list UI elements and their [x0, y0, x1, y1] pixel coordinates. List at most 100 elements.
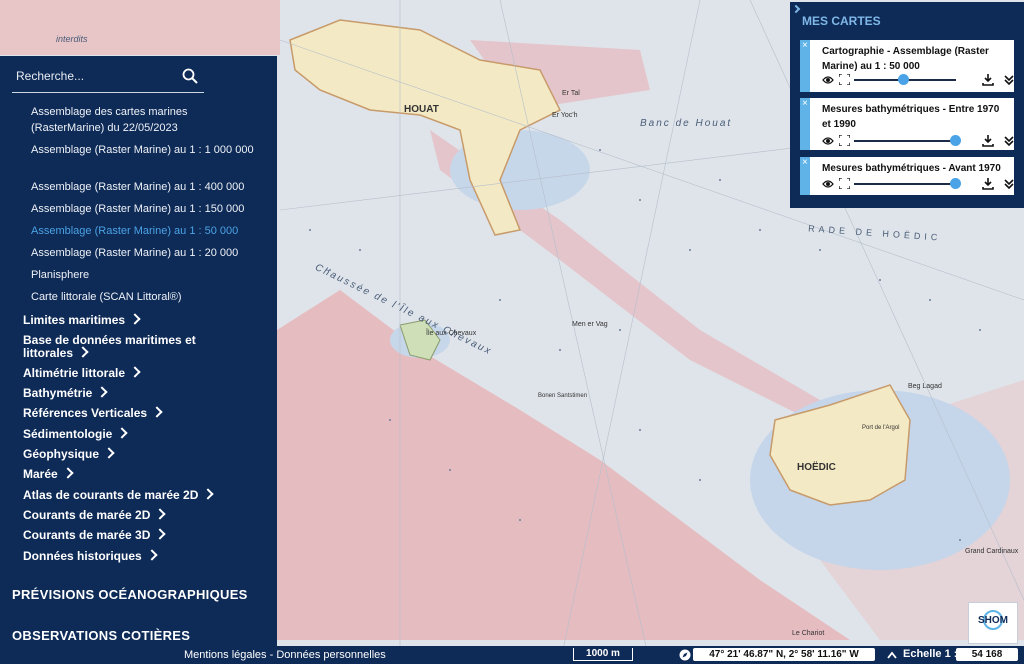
category-label: Marée — [23, 467, 58, 481]
category-label: Bathymétrie — [23, 386, 93, 400]
scale-label: Echelle 1 : — [903, 648, 958, 660]
shom-logo[interactable]: SHOM — [968, 602, 1018, 644]
chevron-right-icon — [129, 366, 141, 378]
map-label-le-chariot: Le Chariot — [792, 630, 825, 637]
search-icon[interactable] — [182, 68, 198, 84]
category-label: Données historiques — [23, 549, 142, 563]
category-label: Courants de marée 2D — [23, 508, 151, 522]
layer-controls — [822, 178, 1017, 190]
chevron-right-icon — [154, 508, 167, 520]
map-label-ile-chevaux: Île aux Chevaux — [426, 330, 477, 337]
chevron-right-icon — [96, 386, 109, 398]
layer-name: Mesures bathymétriques - Entre 1970 et 1… — [822, 104, 1000, 130]
download-icon[interactable] — [982, 135, 994, 147]
download-icon[interactable] — [982, 74, 994, 86]
double-chevron-down-icon[interactable] — [1004, 74, 1014, 86]
map-label-beg-lagad: Beg Lagad — [908, 383, 942, 390]
chevron-right-icon — [116, 427, 129, 439]
my-maps-panel: MES CARTES × Cartographie - Assemblage (… — [790, 2, 1024, 208]
map-label-men-er-vag: Men er Vag — [572, 321, 608, 328]
scale-bar: 1000 m — [573, 648, 633, 661]
map-label-hoedic: HOËDIC — [797, 462, 836, 473]
close-icon[interactable]: × — [802, 40, 808, 51]
map-label-interdits: interdits — [56, 34, 88, 44]
category-label: Altimétrie littorale — [23, 366, 126, 380]
layer-controls — [822, 135, 1017, 147]
category-bathymetrie[interactable]: Bathymétrie — [23, 386, 268, 400]
eye-icon[interactable] — [822, 74, 834, 86]
category-label: Base de données maritimes et littorales — [23, 333, 196, 360]
cursor-coordinates: 47° 21' 46.87" N, 2° 58' 11.16" W — [693, 648, 875, 661]
sublist-item-20000[interactable]: Assemblage (Raster Marine) au 1 : 20 000 — [31, 245, 261, 261]
category-courants-3d[interactable]: Courants de marée 3D — [23, 528, 268, 542]
chevron-right-icon — [62, 467, 74, 479]
shom-logo-text: SHOM — [978, 615, 1008, 626]
map-label-bonen-santstimen: Bonen Santstimen — [538, 393, 588, 399]
map-label-houat: HOUAT — [404, 104, 439, 115]
section-previsions-oceanographiques[interactable]: PRÉVISIONS OCÉANOGRAPHIQUES — [12, 587, 248, 602]
sublist-item-50000[interactable]: Assemblage (Raster Marine) au 1 : 50 000 — [31, 223, 261, 239]
chevron-right-icon — [202, 488, 215, 500]
sublist-item-400000[interactable]: Assemblage (Raster Marine) au 1 : 400 00… — [31, 179, 261, 195]
category-base-donnees[interactable]: Base de données maritimes et littorales — [23, 334, 213, 360]
chevron-right-icon — [129, 313, 141, 325]
eye-icon[interactable] — [822, 178, 834, 190]
category-geophysique[interactable]: Géophysique — [23, 447, 268, 461]
category-sedimentologie[interactable]: Sédimentologie — [23, 427, 268, 441]
category-altimetrie[interactable]: Altimétrie littorale — [23, 366, 268, 380]
sublist-item-planisphere[interactable]: Planisphere — [31, 267, 261, 283]
opacity-slider-thumb[interactable] — [898, 74, 909, 85]
eye-icon[interactable] — [822, 135, 834, 147]
category-label: Limites maritimes — [23, 313, 126, 327]
chevron-right-icon — [103, 447, 115, 459]
restricted-zone-top — [0, 0, 280, 55]
map-label-grand-cardinaux: Grand Cardinaux — [965, 548, 1019, 555]
fullscreen-icon[interactable] — [839, 178, 850, 189]
chevron-right-icon — [154, 528, 167, 540]
chevron-up-icon[interactable] — [887, 651, 897, 659]
double-chevron-down-icon[interactable] — [1004, 135, 1014, 147]
close-icon[interactable]: × — [802, 98, 808, 109]
category-label: Courants de marée 3D — [23, 528, 151, 542]
category-limites-maritimes[interactable]: Limites maritimes — [23, 313, 268, 327]
opacity-slider[interactable] — [854, 140, 956, 142]
opacity-slider[interactable] — [854, 183, 956, 185]
chevron-right-icon — [146, 549, 158, 561]
layer-controls — [822, 74, 1017, 86]
compass-icon[interactable] — [679, 649, 691, 661]
close-icon[interactable]: × — [802, 157, 808, 168]
fullscreen-icon[interactable] — [839, 74, 850, 85]
category-label: Géophysique — [23, 447, 100, 461]
category-courants-2d[interactable]: Courants de marée 2D — [23, 508, 268, 522]
sublist-item-carte-littorale[interactable]: Carte littorale (SCAN Littoral®) — [31, 289, 261, 305]
sublist-item-1000000[interactable]: Assemblage (Raster Marine) au 1 : 1 000 … — [31, 142, 261, 158]
layer-name: Cartographie - Assemblage (Raster Marine… — [822, 46, 989, 72]
opacity-slider-thumb[interactable] — [950, 178, 961, 189]
layer-name: Mesures bathymétriques - Avant 1970 — [822, 163, 1001, 174]
sublist-item-150000[interactable]: Assemblage (Raster Marine) au 1 : 150 00… — [31, 201, 261, 217]
sublist-item-assemblage-2023[interactable]: Assemblage des cartes marines (RasterMar… — [31, 104, 261, 136]
category-maree[interactable]: Marée — [23, 467, 268, 481]
fullscreen-icon[interactable] — [839, 135, 850, 146]
category-atlas-courants-2d[interactable]: Atlas de courants de marée 2D — [23, 488, 268, 502]
chevron-right-icon[interactable] — [791, 4, 801, 14]
chevron-right-icon — [151, 406, 163, 418]
category-donnees-historiques[interactable]: Données historiques — [23, 549, 268, 563]
scale-value: 54 168 — [956, 648, 1018, 661]
search-box — [12, 62, 204, 93]
layer-card-bathy-avant-1970: × Mesures bathymétriques - Avant 1970 — [800, 157, 1014, 195]
category-label: Références Verticales — [23, 406, 148, 420]
section-observations-cotieres[interactable]: OBSERVATIONS COTIÈRES — [12, 628, 190, 643]
legal-links[interactable]: Mentions légales - Données personnelles — [184, 649, 386, 661]
map-label-er-tal: Er Tal — [562, 90, 580, 97]
category-references-verticales[interactable]: Références Verticales — [23, 406, 268, 420]
category-label: Sédimentologie — [23, 427, 113, 441]
chevron-right-icon — [77, 346, 89, 358]
opacity-slider-thumb[interactable] — [950, 135, 961, 146]
search-input[interactable] — [12, 66, 176, 86]
download-icon[interactable] — [982, 178, 994, 190]
bottom-bar: Mentions légales - Données personnelles … — [0, 646, 1024, 664]
layer-catalog-sidebar: Assemblage des cartes marines (RasterMar… — [0, 56, 277, 646]
double-chevron-down-icon[interactable] — [1004, 178, 1014, 190]
map-label-port-argol: Port de l'Argol — [862, 425, 900, 431]
